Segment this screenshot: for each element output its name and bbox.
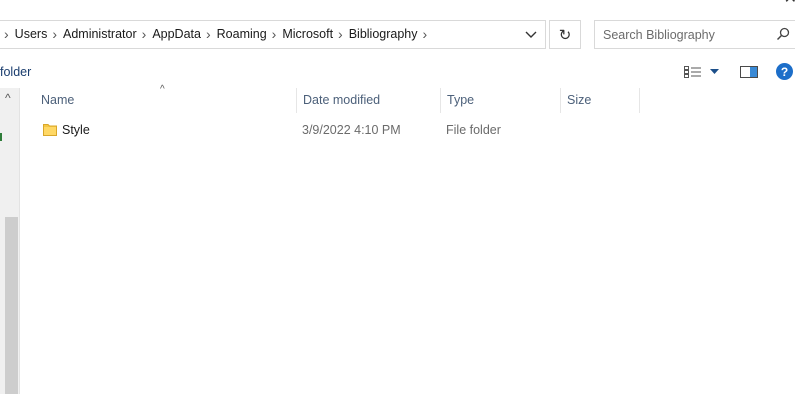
column-header-date-modified[interactable]: Date modified	[296, 88, 440, 113]
breadcrumb-separator[interactable]: ›	[333, 21, 349, 48]
column-header-row: Name Date modified Type Size	[21, 88, 641, 113]
chevron-down-icon	[525, 31, 537, 38]
breadcrumb-microsoft[interactable]: Microsoft	[282, 21, 333, 48]
file-type: File folder	[446, 123, 501, 137]
help-icon: ?	[780, 64, 789, 79]
change-view-button[interactable]	[684, 63, 719, 81]
address-bar[interactable]: › Users › Administrator › AppData › Roam…	[0, 20, 546, 49]
column-header-name[interactable]: Name	[35, 88, 296, 113]
details-view-icon	[684, 66, 701, 78]
toolbar-folder-label[interactable]: folder	[0, 65, 31, 79]
refresh-icon: ↻	[558, 26, 572, 44]
scroll-up-arrow-icon[interactable]: ^	[5, 91, 11, 105]
navigation-pane-indicator	[0, 133, 2, 141]
column-header-size[interactable]: Size	[560, 88, 640, 113]
file-name[interactable]: Style	[62, 118, 90, 142]
breadcrumb-separator[interactable]: ›	[267, 21, 283, 48]
address-history-dropdown[interactable]	[517, 21, 545, 48]
column-header-type[interactable]: Type	[440, 88, 560, 113]
breadcrumb-separator[interactable]: ›	[137, 21, 153, 48]
preview-pane-button[interactable]	[738, 63, 760, 81]
search-icon[interactable]	[776, 27, 790, 41]
breadcrumb-roaming[interactable]: Roaming	[217, 21, 267, 48]
breadcrumb-administrator[interactable]: Administrator	[63, 21, 137, 48]
list-item[interactable]: Style 3/9/2022 4:10 PM File folder	[21, 118, 641, 142]
folder-icon	[43, 124, 57, 136]
breadcrumb-bibliography[interactable]: Bibliography	[349, 21, 418, 48]
breadcrumb-separator[interactable]: ›	[418, 21, 434, 48]
search-box[interactable]	[594, 20, 795, 49]
preview-pane-icon	[740, 66, 758, 78]
breadcrumb-separator[interactable]: ›	[47, 21, 63, 48]
caret-down-icon	[710, 69, 719, 74]
breadcrumb-separator[interactable]: ›	[0, 21, 15, 48]
scrollbar-thumb[interactable]	[5, 217, 18, 394]
refresh-button[interactable]: ↻	[549, 20, 581, 49]
file-date-modified: 3/9/2022 4:10 PM	[302, 123, 401, 137]
breadcrumb: › Users › Administrator › AppData › Roam…	[0, 21, 433, 48]
search-input[interactable]	[595, 21, 773, 48]
help-button[interactable]: ?	[776, 63, 793, 80]
breadcrumb-appdata[interactable]: AppData	[152, 21, 201, 48]
close-window-icon[interactable]: ✕	[784, 0, 795, 7]
breadcrumb-separator[interactable]: ›	[201, 21, 217, 48]
breadcrumb-users[interactable]: Users	[15, 21, 48, 48]
